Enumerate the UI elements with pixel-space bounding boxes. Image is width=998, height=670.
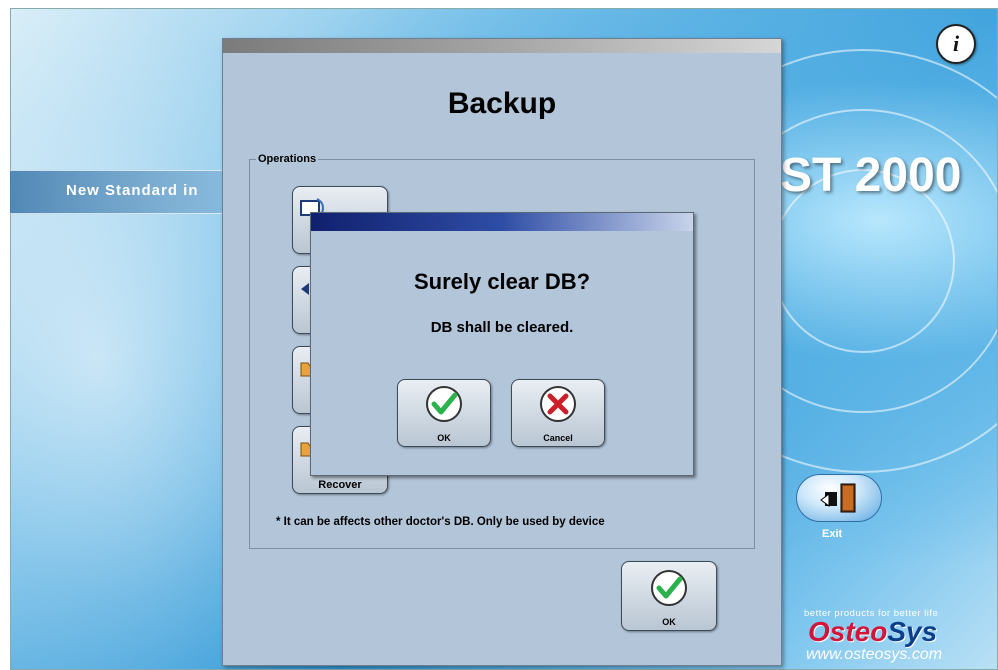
brand-part2: Sys [887, 616, 938, 647]
brand-logo: OsteoSys [808, 616, 937, 648]
product-name: ST 2000 [780, 149, 962, 202]
backup-titlebar [223, 39, 781, 53]
dialog-title: Surely clear DB? [413, 269, 591, 294]
confirm-dialog: Surely clear DB? DB shall be cleared. OK… [310, 212, 694, 476]
brand-part1: Osteo [808, 616, 888, 647]
backup-title: Backup [447, 87, 557, 120]
banner: New Standard in [10, 170, 240, 214]
backup-ok-button[interactable]: OK [621, 561, 717, 631]
exit-label: Exit [822, 528, 843, 540]
exit-door-icon [820, 483, 856, 513]
operations-label: Operations [256, 153, 319, 165]
banner-text: New Standard in [66, 182, 199, 199]
check-icon [651, 570, 687, 606]
dialog-cancel-button[interactable]: Cancel [511, 379, 605, 447]
website-url: www.osteosys.com [806, 646, 943, 663]
operations-note: * It can be affects other doctor's DB. O… [276, 516, 605, 528]
backup-ok-label: OK [662, 617, 676, 627]
cancel-icon [540, 386, 576, 422]
dialog-message: DB shall be cleared. [430, 319, 574, 336]
recover-label: Recover [318, 479, 362, 491]
dialog-ok-label: OK [437, 433, 451, 443]
check-icon [426, 386, 462, 422]
dialog-titlebar [311, 213, 693, 231]
dialog-ok-button[interactable]: OK [397, 379, 491, 447]
info-icon[interactable]: i [936, 24, 976, 64]
dialog-cancel-label: Cancel [543, 433, 573, 443]
exit-button[interactable] [796, 474, 882, 522]
